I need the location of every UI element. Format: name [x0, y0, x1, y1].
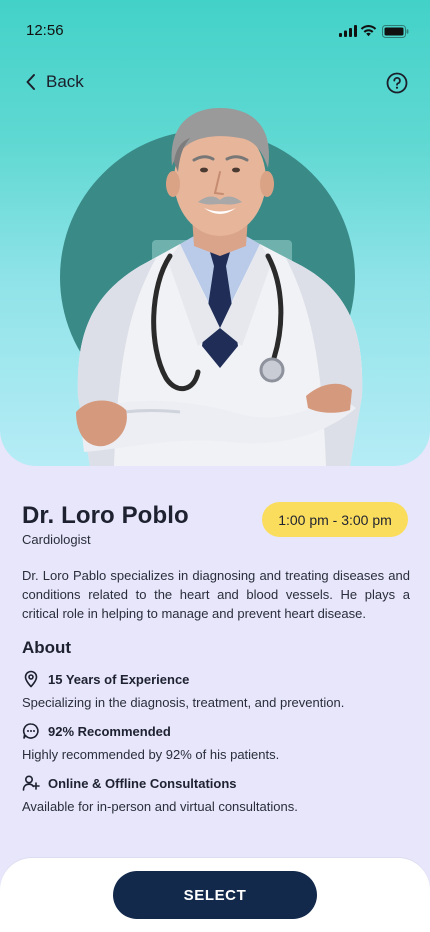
doctor-name: Dr. Loro Poblo — [22, 502, 189, 529]
battery-icon — [382, 25, 409, 38]
doctor-bio: Dr. Loro Pablo specializes in diagnosing… — [22, 568, 410, 621]
back-button[interactable]: Back — [24, 72, 84, 92]
cellular-signal-icon — [339, 25, 357, 37]
doctor-profile-screen: 12:56 Back Dr. Loro Poblo Cardiologist 1… — [0, 0, 430, 932]
about-item-title: 15 Years of Experience — [48, 671, 190, 687]
user-plus-icon — [22, 775, 40, 791]
availability-badge: 1:00 pm - 3:00 pm — [262, 502, 408, 537]
about-item-experience: 15 Years of Experience Specializing in t… — [22, 668, 422, 710]
help-button[interactable] — [386, 72, 408, 99]
about-item-title: 92% Recommended — [48, 723, 171, 739]
about-item-description: Available for in-person and virtual cons… — [22, 799, 298, 814]
select-button[interactable]: SELECT — [113, 871, 317, 919]
wifi-icon — [360, 25, 377, 37]
hero-header: 12:56 Back — [0, 0, 430, 466]
status-time: 12:56 — [26, 22, 64, 39]
doctor-specialty: Cardiologist — [22, 532, 91, 547]
chevron-left-icon — [26, 74, 35, 90]
about-item-consultations: Online & Offline Consultations Available… — [22, 772, 422, 814]
about-item-description: Specializing in the diagnosis, treatment… — [22, 695, 345, 710]
status-bar: 12:56 — [0, 0, 430, 64]
about-item-recommended: 92% Recommended Highly recommended by 92… — [22, 720, 422, 762]
question-circle-icon — [386, 72, 408, 94]
location-pin-icon — [24, 670, 38, 688]
doctor-portrait-illustration — [76, 108, 363, 466]
about-item-description: Highly recommended by 92% of his patient… — [22, 747, 280, 762]
chat-bubble-icon — [22, 723, 39, 739]
back-label: Back — [46, 72, 84, 91]
about-item-title: Online & Offline Consultations — [48, 775, 237, 791]
about-heading: About — [22, 638, 72, 657]
